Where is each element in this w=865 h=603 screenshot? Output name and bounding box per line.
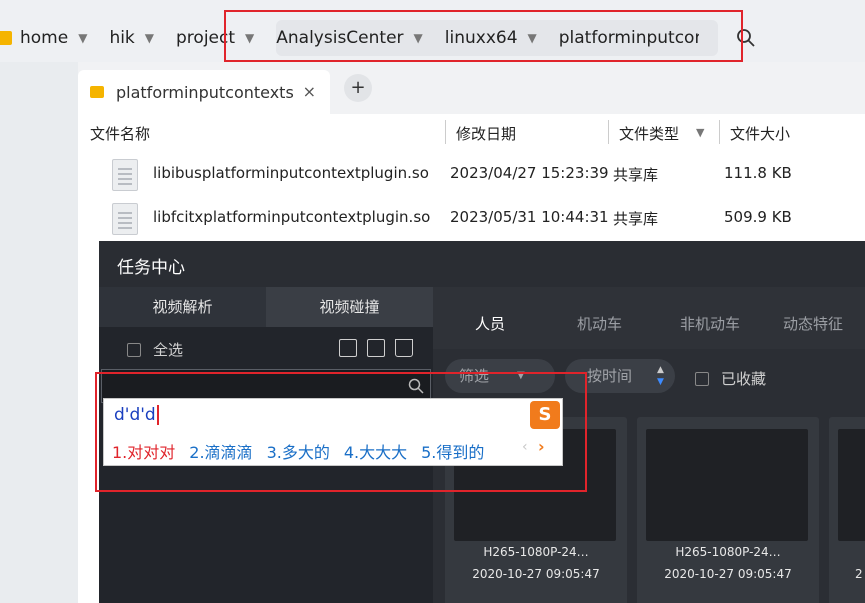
column-divider[interactable] (608, 120, 609, 144)
file-name: libfcitxplatforminputcontextplugin.so (153, 208, 431, 226)
video-time: 2020-10-27 09:05:47 (472, 567, 600, 581)
file-icon (112, 159, 138, 191)
tab-motor-vehicle[interactable]: 机动车 (577, 313, 622, 334)
breadcrumb-label: hik (109, 28, 135, 48)
favorited-label: 已收藏 (721, 370, 767, 388)
tab-bar: platforminputcontexts × + (78, 62, 865, 114)
file-row[interactable]: libibusplatforminputcontextplugin.so 202… (78, 152, 865, 196)
video-thumbnail[interactable] (838, 429, 865, 541)
favorited-checkbox[interactable] (695, 371, 709, 386)
video-time: 2 (855, 567, 863, 581)
file-type: 共享库 (613, 210, 659, 228)
breadcrumb-item-hik[interactable]: hik ▼ (109, 28, 176, 48)
folder-icon (90, 86, 104, 98)
add-tab-button[interactable]: + (344, 74, 372, 102)
tab-non-motor-vehicle[interactable]: 非机动车 (680, 313, 740, 334)
column-divider[interactable] (445, 120, 446, 144)
favorited-filter[interactable]: 已收藏 (695, 368, 766, 389)
file-icon (112, 203, 138, 235)
video-card[interactable]: 2 (829, 417, 865, 603)
breadcrumb-label: home (20, 28, 69, 48)
chevron-down-icon[interactable]: ▼ (696, 126, 704, 139)
tab-video-collision[interactable]: 视频碰撞 (266, 287, 433, 327)
tab-label: platforminputcontexts (116, 82, 294, 102)
video-card[interactable]: H265-1080P-24… 2020-10-27 09:05:47 (637, 417, 819, 603)
category-tabs: 人员 机动车 非机动车 动态特征 (433, 287, 865, 349)
task-center-titlebar: 任务中心 (99, 241, 865, 287)
chevron-down-icon[interactable]: ▼ (78, 31, 87, 45)
video-thumbnail[interactable] (646, 429, 808, 541)
video-name: H265-1080P-24… (675, 545, 781, 559)
video-time: 2020-10-27 09:05:47 (664, 567, 792, 581)
file-size: 509.9 KB (724, 208, 792, 226)
sort-label: 按时间 (587, 367, 633, 385)
column-type[interactable]: 文件类型 (619, 123, 679, 144)
tab-platforminputcontexts[interactable]: platforminputcontexts × (78, 70, 330, 114)
file-modified: 2023/05/31 10:44:31 (450, 208, 609, 226)
highlight-box-breadcrumb (224, 10, 743, 62)
video-name: H265-1080P-24… (483, 545, 589, 559)
folder-icon (0, 31, 12, 45)
chevron-down-icon[interactable]: ▼ (145, 31, 154, 45)
select-all-label: 全选 (153, 341, 184, 359)
column-modified[interactable]: 修改日期 (456, 123, 516, 144)
highlight-box-ime (95, 372, 587, 492)
screen: home ▼ hik ▼ project ▼ AnalysisCenter ▼ … (0, 0, 865, 603)
sort-down-icon[interactable]: ▼ (657, 365, 664, 399)
file-name: libibusplatforminputcontextplugin.so (153, 164, 429, 182)
folder-add-icon[interactable] (339, 339, 357, 357)
select-all[interactable]: 全选 (127, 339, 183, 360)
sidebar (0, 62, 78, 603)
file-type: 共享库 (613, 166, 659, 184)
tab-video-analysis[interactable]: 视频解析 (99, 287, 266, 327)
column-name[interactable]: 文件名称 (90, 123, 150, 144)
task-center-title: 任务中心 (117, 258, 185, 278)
tab-person[interactable]: 人员 (475, 313, 505, 334)
column-header: 文件名称 修改日期 文件类型 ▼ 文件大小 (78, 114, 865, 150)
trash-icon[interactable] (395, 339, 413, 357)
column-size[interactable]: 文件大小 (730, 123, 790, 144)
breadcrumb-item-home[interactable]: home ▼ (0, 28, 109, 48)
close-icon[interactable]: × (303, 82, 316, 101)
file-size: 111.8 KB (724, 164, 792, 182)
tab-dynamic-feature[interactable]: 动态特征 (783, 313, 843, 334)
file-row[interactable]: libfcitxplatforminputcontextplugin.so 20… (78, 196, 865, 240)
import-icon[interactable] (367, 339, 385, 357)
column-divider[interactable] (719, 120, 720, 144)
file-modified: 2023/04/27 15:23:39 (450, 164, 609, 182)
select-all-checkbox[interactable] (127, 342, 141, 357)
